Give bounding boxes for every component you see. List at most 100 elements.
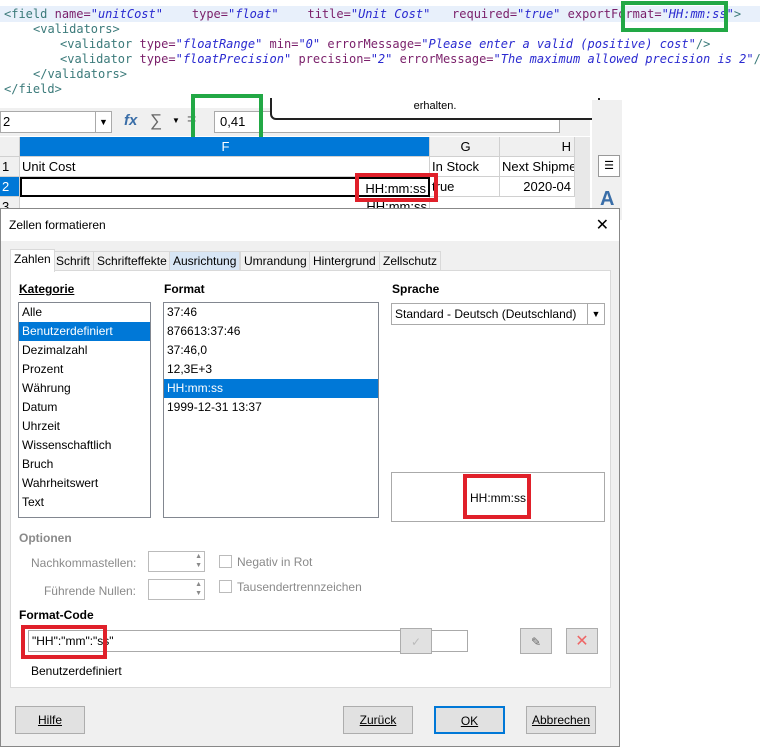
spreadsheet-grid[interactable]: F G H 1 Unit Cost In Stock Next Shipme 2… (0, 137, 590, 217)
kategorie-item[interactable]: Uhrzeit (19, 417, 150, 436)
kategorie-label: Kategorie (19, 282, 75, 296)
cell-g1[interactable]: In Stock (430, 157, 500, 177)
cancel-label: Abbrechen (531, 713, 591, 727)
kategorie-item[interactable]: Wahrheitswert (19, 474, 150, 493)
name-box[interactable]: 2 ▼ (0, 111, 112, 133)
val: "Unit Cost" (350, 7, 431, 21)
code-line-4: <validator type="floatPrecision" precisi… (60, 52, 760, 67)
tab-zellschutz[interactable]: Zellschutz (379, 251, 442, 271)
fuehrende-nullen-label: Führende Nullen: (43, 584, 136, 598)
help-button[interactable]: Hilfe (15, 706, 85, 734)
function-wizard-icon[interactable]: fx (124, 112, 137, 129)
tab-umrandung[interactable]: Umrandung (240, 251, 311, 271)
dropdown-arrow-icon[interactable]: ▼ (172, 116, 180, 125)
tab-schrifteffekte[interactable]: Schrifteffekte (93, 251, 171, 271)
column-header-g[interactable]: G (430, 137, 500, 157)
column-header-f[interactable]: F (20, 137, 430, 157)
code-line-6: </field> (4, 82, 62, 96)
code-line-5: </validators> (33, 67, 127, 81)
chevron-down-icon[interactable]: ▼ (95, 112, 111, 132)
kategorie-item[interactable]: Währung (19, 379, 150, 398)
kategorie-item[interactable]: Prozent (19, 360, 150, 379)
tab-ausrichtung[interactable]: Ausrichtung (169, 251, 241, 271)
row-header-2[interactable]: 2 (0, 177, 20, 197)
red-highlight-box (463, 474, 531, 519)
format-code-description: Benutzerdefiniert (31, 664, 122, 678)
negativ-checkbox[interactable] (219, 555, 232, 568)
tausender-checkbox[interactable] (219, 580, 232, 593)
sprache-value: Standard - Deutsch (Deutschland) (395, 307, 577, 321)
red-highlight-box (21, 625, 107, 659)
nachkommastellen-spinner[interactable]: ▲ ▼ (148, 551, 205, 572)
format-item[interactable]: HH:mm:ss (164, 379, 378, 398)
kategorie-item[interactable]: Wissenschaftlich (19, 436, 150, 455)
delete-format-button[interactable]: ✕ (566, 628, 598, 654)
column-header-h[interactable]: H (500, 137, 575, 157)
edit-comment-button[interactable]: ✎ (520, 628, 552, 654)
cell-h1[interactable]: Next Shipme (500, 157, 575, 177)
sum-icon[interactable]: ∑ (150, 111, 162, 131)
attr: type= (139, 52, 176, 66)
format-item[interactable]: 37:46 (164, 303, 378, 322)
tag: <field (4, 7, 48, 21)
sidebar: ☰ A (592, 100, 622, 220)
ok-button[interactable]: OK (434, 706, 505, 734)
format-item[interactable]: 12,3E+3 (164, 360, 378, 379)
format-item[interactable]: 37:46,0 (164, 341, 378, 360)
chevron-down-icon[interactable]: ▼ (587, 304, 604, 324)
tab-schrift[interactable]: Schrift (52, 251, 95, 271)
attr: required= (452, 7, 518, 21)
val: "The maximum allowed precision is 2" (493, 52, 754, 66)
sprache-label: Sprache (392, 282, 440, 296)
format-item[interactable]: 876613:37:46 (164, 322, 378, 341)
kategorie-item[interactable]: Benutzerdefiniert (19, 322, 150, 341)
val: "2" (370, 52, 393, 66)
attr: errorMessage= (399, 52, 494, 66)
tag: /> (695, 37, 711, 51)
close-icon[interactable]: ✕ (596, 215, 609, 235)
kategorie-item[interactable]: Datum (19, 398, 150, 417)
val: "0" (298, 37, 321, 51)
cancel-button[interactable]: Abbrechen (526, 706, 596, 734)
kategorie-item[interactable]: Alle (19, 303, 150, 322)
tab-zahlen[interactable]: Zahlen (10, 249, 55, 272)
ok-label: OK (460, 714, 479, 728)
code-line-2: <validators> (33, 22, 120, 36)
row-header-1[interactable]: 1 (0, 157, 20, 177)
accept-format-button[interactable]: ✓ (400, 628, 432, 654)
back-label: Zurück (359, 713, 397, 727)
spin-arrows-icon[interactable]: ▲ ▼ (195, 580, 202, 598)
val: "true" (517, 7, 561, 21)
kategorie-item[interactable]: Bruch (19, 455, 150, 474)
attr: errorMessage= (327, 37, 422, 51)
val: "floatRange" (175, 37, 263, 51)
val: "unitCost" (90, 7, 163, 21)
fuehrende-nullen-spinner[interactable]: ▲ ▼ (148, 579, 205, 600)
negativ-label: Negativ in Rot (237, 555, 313, 569)
tag: <validator (60, 52, 133, 66)
vertical-scrollbar[interactable] (575, 137, 590, 208)
format-label: Format (164, 282, 205, 296)
red-highlight-box (355, 173, 438, 202)
kategorie-item[interactable]: Dezimalzahl (19, 341, 150, 360)
kategorie-list[interactable]: Alle Benutzerdefiniert Dezimalzahl Prozent W… (18, 302, 151, 518)
format-list[interactable]: 37:46 876613:37:46 37:46,0 12,3E+3 HH:mm:ss 1… (163, 302, 379, 518)
dialog-titlebar: Zellen formatieren ✕ (1, 209, 619, 241)
spin-arrows-icon[interactable]: ▲ ▼ (195, 552, 202, 570)
tab-hintergrund[interactable]: Hintergrund (309, 251, 380, 271)
code-line-3: <validator type="floatRange" min="0" err… (60, 37, 710, 52)
back-button[interactable]: Zurück (343, 706, 413, 734)
cell-g2[interactable]: true (430, 177, 500, 197)
tag: /> (754, 52, 760, 66)
cell-h2[interactable]: 2020-04 (500, 177, 575, 197)
attr: type= (139, 37, 176, 51)
sprache-select[interactable]: Standard - Deutsch (Deutschland) ▼ (391, 303, 605, 325)
kategorie-item[interactable]: Text (19, 493, 150, 512)
attr: title= (307, 7, 351, 21)
format-item[interactable]: 1999-12-31 13:37 (164, 398, 378, 417)
attr: min= (269, 37, 299, 51)
dialog-title: Zellen formatieren (9, 218, 106, 232)
tag: > (733, 7, 742, 21)
properties-icon[interactable]: ☰ (598, 155, 620, 177)
attr: type= (191, 7, 228, 21)
